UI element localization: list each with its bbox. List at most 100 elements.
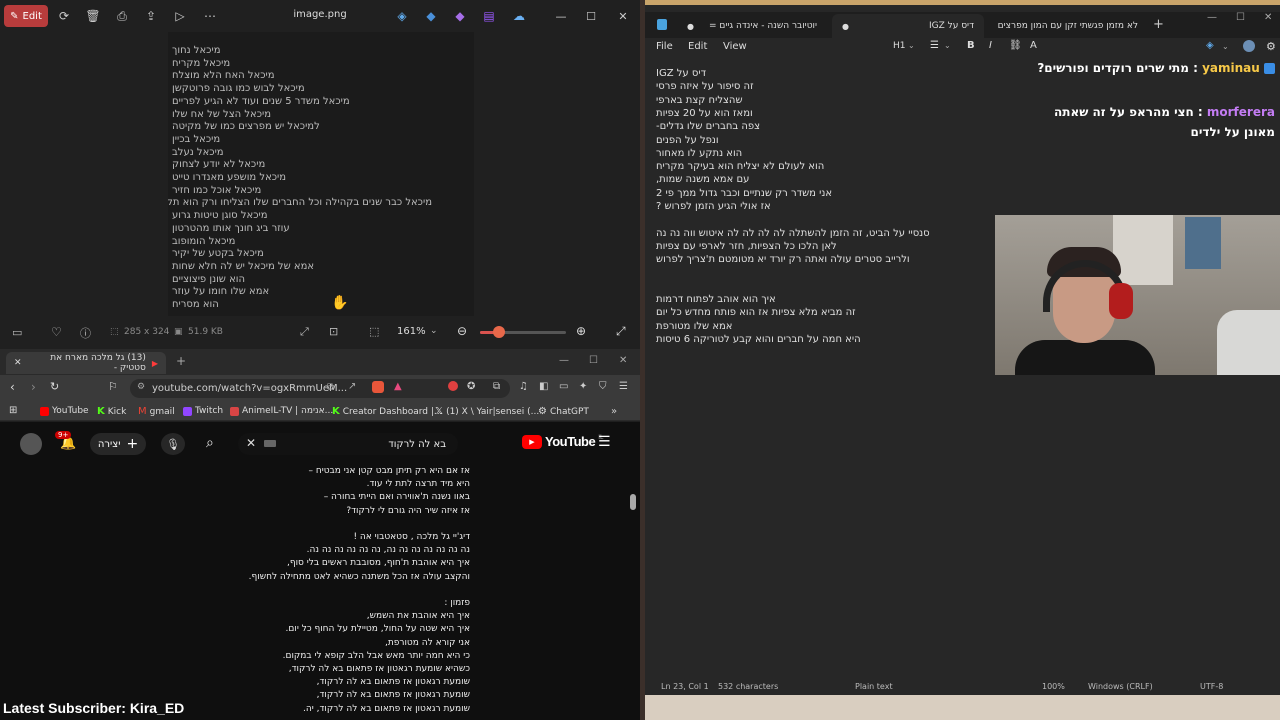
zoom-dropdown-icon[interactable]: ⌄ [430, 326, 438, 336]
fullscreen-icon[interactable]: ⤢ [616, 324, 626, 339]
notepad-line: היא חמה על חברים והוא קבע לטוריקה 6 טיסו… [656, 334, 861, 345]
cloud-off-icon[interactable]: ☁ [511, 8, 527, 24]
brave-rewards-icon[interactable]: ▲ [394, 381, 402, 392]
italic-icon[interactable]: I [989, 40, 992, 51]
profile-icon[interactable] [1243, 40, 1255, 52]
edit-app-icon[interactable]: ◆ [423, 8, 439, 24]
keyboard-icon[interactable] [264, 440, 276, 447]
favorite-icon[interactable]: ♡ [51, 325, 62, 339]
delete-icon[interactable]: 🗑 [85, 8, 101, 24]
youtube-menu-icon[interactable]: ☰ [598, 434, 611, 450]
notepad-close-icon[interactable]: ✕ [1264, 12, 1272, 23]
zoom-status[interactable]: 100% [1042, 682, 1065, 691]
print-icon[interactable]: ⎙ [114, 8, 130, 24]
bookmark-x[interactable]: 𝕏 (1) X \ Yair|sensei (... [435, 406, 539, 417]
encoding[interactable]: UTF-8 [1200, 682, 1223, 691]
new-tab-icon[interactable]: + [176, 354, 186, 368]
bookmark-gmail[interactable]: Mgmail [138, 406, 175, 417]
bookmark-label: ChatGPT [549, 406, 589, 417]
menu-view[interactable]: View [723, 41, 747, 52]
site-info-icon[interactable]: ⚙ [137, 382, 145, 392]
notepad-tab-old-man[interactable]: לא מזמן פגשתי זקן עם המון מפרצים [988, 14, 1148, 38]
settings-gear-icon[interactable]: ⚙ [1266, 40, 1276, 53]
zoom-level[interactable]: 161% [397, 326, 426, 337]
list-icon[interactable]: ☰ [930, 40, 939, 51]
share-icon[interactable]: ⇪ [143, 8, 159, 24]
filmstrip-icon[interactable]: ▭ [12, 326, 22, 339]
bookmark-label: gmail [149, 406, 175, 417]
extensions-icon[interactable]: ✪ [467, 381, 475, 392]
bookmark-kick[interactable]: K Kick [97, 406, 126, 417]
avatar[interactable] [20, 433, 42, 455]
minimize-icon[interactable]: — [553, 8, 569, 24]
browser-close-icon[interactable]: ✕ [619, 355, 627, 366]
clear-search-icon[interactable]: ✕ [246, 436, 256, 450]
forward-icon[interactable]: › [31, 380, 36, 394]
cursor-position: Ln 23, Col 1 [661, 682, 709, 691]
zoom-slider-knob[interactable] [492, 326, 505, 338]
wallpaper-bottom [645, 695, 1280, 720]
notepad-minimize-icon[interactable]: — [1207, 12, 1217, 23]
bookmark-icon[interactable]: ⚐ [108, 380, 118, 393]
copilot-icon[interactable]: ◈ [394, 8, 410, 24]
browser-maximize-icon[interactable]: ☐ [589, 355, 598, 366]
brave-shield-icon[interactable] [372, 381, 384, 393]
clear-formatting-icon[interactable]: A [1030, 40, 1037, 51]
shield-icon[interactable]: ⛉ [599, 381, 607, 392]
info-icon[interactable]: ⓘ [80, 325, 91, 341]
lyric-line: באוו נשנה ת'אווירה ואם הייתי בחורה – [323, 492, 470, 503]
description-scrollbar[interactable] [630, 494, 636, 510]
more-options-icon[interactable]: ⋯ [202, 8, 218, 24]
actual-size-icon[interactable]: ⊡ [329, 325, 338, 338]
bookmark-anime[interactable]: AnimeIL-TV | אנימה... [230, 406, 333, 416]
ai-icon[interactable]: ✦ [579, 381, 587, 392]
bold-icon[interactable]: B [967, 40, 975, 51]
back-icon[interactable]: ‹ [10, 380, 15, 394]
maximize-icon[interactable]: ☐ [583, 8, 599, 24]
clipchamp-icon[interactable]: ▤ [481, 8, 497, 24]
notepad-new-tab-icon[interactable]: + [1153, 17, 1164, 32]
copilot-icon[interactable]: ◈ [1206, 40, 1214, 51]
reload-icon[interactable]: ↻ [50, 380, 59, 393]
voice-search-icon[interactable]: 🎙 [161, 433, 185, 455]
extension-record-icon[interactable] [448, 381, 458, 391]
line-endings[interactable]: Windows (CRLF) [1088, 682, 1153, 691]
heading-dropdown[interactable]: H1 [893, 41, 906, 51]
bookmark-chatgpt[interactable]: ⚙ ChatGPT [538, 406, 589, 417]
menu-file[interactable]: File [656, 41, 673, 52]
apps-grid-icon[interactable]: ⊞ [9, 405, 17, 416]
share-page-icon[interactable]: ↗ [348, 381, 356, 392]
zoom-in-icon[interactable]: ⊕ [576, 324, 586, 338]
edit-button[interactable]: ✎ Edit [4, 5, 48, 27]
browser-tab-youtube[interactable]: ▶ (13) גל מלכה מארח את סטטיק - ✕ [6, 352, 166, 374]
more-bookmarks-icon[interactable]: » [611, 406, 617, 417]
translate-icon[interactable]: ⧉ [327, 382, 334, 393]
bookmark-youtube[interactable]: YouTube [40, 406, 89, 416]
slideshow-icon[interactable]: ▷ [172, 8, 188, 24]
crop-icon[interactable]: ⬚ [369, 325, 379, 338]
create-button[interactable]: + יצירה [90, 433, 146, 455]
youtube-logo[interactable]: ▶ YouTube IL [522, 434, 603, 449]
media-icon[interactable]: ♫ [519, 381, 528, 392]
wallet-icon[interactable]: ▭ [559, 381, 568, 392]
extension-puzzle-icon[interactable]: ⧉ [493, 381, 500, 392]
bookmark-twitch[interactable]: Twitch [183, 406, 223, 416]
sidebar-toggle-icon[interactable]: ◧ [539, 381, 548, 392]
designer-icon[interactable]: ◆ [452, 8, 468, 24]
notepad-maximize-icon[interactable]: ☐ [1236, 12, 1245, 23]
zoom-out-icon[interactable]: ⊖ [457, 324, 467, 338]
bookmark-creator-dashboard[interactable]: K Creator Dashboard |... [332, 406, 443, 417]
image-canvas[interactable]: מיכאל נחוך מיכאל מקריח מיכאל האח הלא מוצלח… [168, 32, 474, 316]
menu-edit[interactable]: Edit [688, 41, 707, 52]
text-mode[interactable]: Plain text [855, 682, 893, 691]
menu-icon[interactable]: ☰ [619, 381, 628, 392]
notepad-tab-diss[interactable]: דיס על IGZ ● [832, 14, 984, 38]
fit-to-window-icon[interactable]: ⤢ [300, 325, 309, 339]
tab-close-icon[interactable]: ✕ [14, 358, 22, 368]
rotate-icon[interactable]: ⟳ [56, 8, 72, 24]
browser-minimize-icon[interactable]: — [559, 355, 569, 366]
close-icon[interactable]: ✕ [615, 8, 631, 24]
notepad-tab-youtuber[interactable]: יוטיובר השנה - אינדה גיים = ● [677, 14, 827, 38]
link-icon[interactable]: ⛓ [1009, 40, 1022, 51]
search-icon[interactable]: ⌕ [206, 435, 214, 451]
